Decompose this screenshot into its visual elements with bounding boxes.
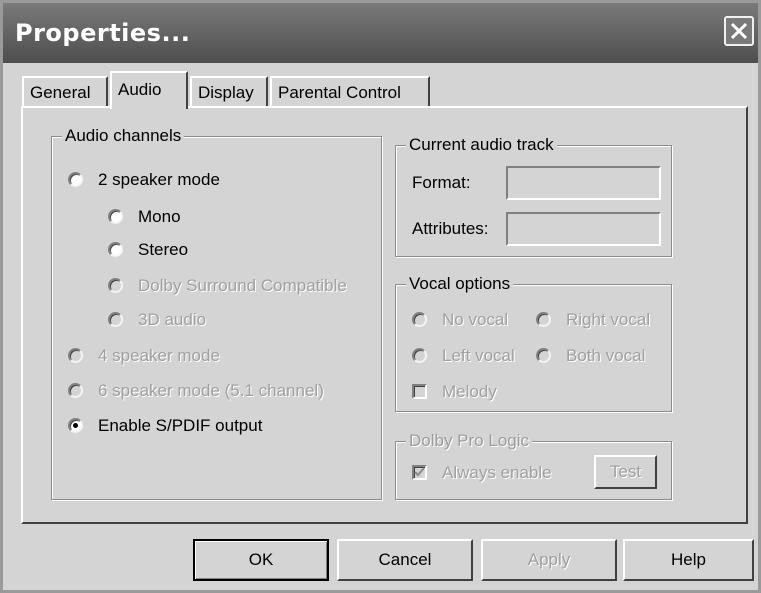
current-audio-track-legend: Current audio track — [406, 134, 557, 156]
title-bar[interactable]: Properties... — [3, 3, 758, 63]
checkbox-indicator — [412, 384, 427, 399]
current-audio-track-group: Current audio track Format: Attributes: — [395, 134, 672, 257]
radio-indicator — [68, 418, 83, 433]
tab-parental-control[interactable]: Parental Control — [270, 76, 430, 106]
checkmark-icon — [414, 467, 425, 477]
radio-2-speaker-mode[interactable]: 2 speaker mode — [68, 169, 220, 191]
radio-6-speaker-mode[interactable]: 6 speaker mode (5.1 channel) — [68, 380, 324, 402]
apply-button[interactable]: Apply — [481, 539, 617, 581]
radio-dolby-surround-compatible[interactable]: Dolby Surround Compatible — [108, 275, 347, 297]
radio-indicator — [108, 209, 123, 224]
checkbox-melody[interactable]: Melody — [412, 381, 497, 403]
audio-channels-group: Audio channels 2 speaker mode Mono Stere… — [51, 125, 382, 500]
attributes-label: Attributes: — [412, 219, 489, 238]
radio-indicator — [536, 348, 551, 363]
format-field — [506, 166, 661, 200]
cancel-button[interactable]: Cancel — [337, 539, 473, 581]
tab-audio[interactable]: Audio — [110, 71, 188, 109]
radio-indicator — [108, 312, 123, 327]
radio-indicator — [412, 312, 427, 327]
tab-general[interactable]: General — [22, 76, 108, 106]
radio-both-vocal[interactable]: Both vocal — [536, 345, 645, 367]
close-icon — [730, 22, 748, 40]
audio-tab-panel: Audio channels 2 speaker mode Mono Stere… — [21, 106, 748, 524]
radio-3d-audio[interactable]: 3D audio — [108, 309, 206, 331]
radio-indicator — [68, 348, 83, 363]
vocal-options-legend: Vocal options — [406, 273, 514, 295]
radio-enable-spdif-output[interactable]: Enable S/PDIF output — [68, 415, 262, 437]
audio-channels-legend: Audio channels — [62, 125, 185, 147]
radio-indicator — [536, 312, 551, 327]
vocal-options-group: Vocal options No vocal Right vocal Left … — [395, 273, 672, 412]
radio-left-vocal[interactable]: Left vocal — [412, 345, 515, 367]
attributes-field — [506, 212, 661, 246]
radio-selected-dot — [73, 423, 78, 428]
radio-indicator — [68, 172, 83, 187]
close-button[interactable] — [724, 16, 754, 46]
dolby-pro-logic-legend: Dolby Pro Logic — [406, 430, 533, 452]
test-button[interactable]: Test — [594, 455, 657, 489]
ok-button[interactable]: OK — [193, 539, 329, 581]
radio-indicator — [412, 348, 427, 363]
radio-stereo[interactable]: Stereo — [108, 239, 188, 261]
properties-dialog: Properties... General Audio Display Pare… — [0, 0, 761, 593]
format-label: Format: — [412, 173, 471, 192]
radio-4-speaker-mode[interactable]: 4 speaker mode — [68, 345, 220, 367]
checkbox-indicator — [412, 465, 427, 480]
radio-mono[interactable]: Mono — [108, 206, 181, 228]
tab-display[interactable]: Display — [190, 76, 268, 106]
radio-no-vocal[interactable]: No vocal — [412, 309, 508, 331]
radio-indicator — [108, 278, 123, 293]
checkbox-always-enable[interactable]: Always enable — [412, 462, 552, 484]
window-title: Properties... — [15, 19, 191, 47]
help-button[interactable]: Help — [623, 539, 754, 581]
radio-indicator — [108, 242, 123, 257]
radio-indicator — [68, 383, 83, 398]
dolby-pro-logic-group: Dolby Pro Logic Always enable Test — [395, 430, 672, 500]
radio-right-vocal[interactable]: Right vocal — [536, 309, 650, 331]
